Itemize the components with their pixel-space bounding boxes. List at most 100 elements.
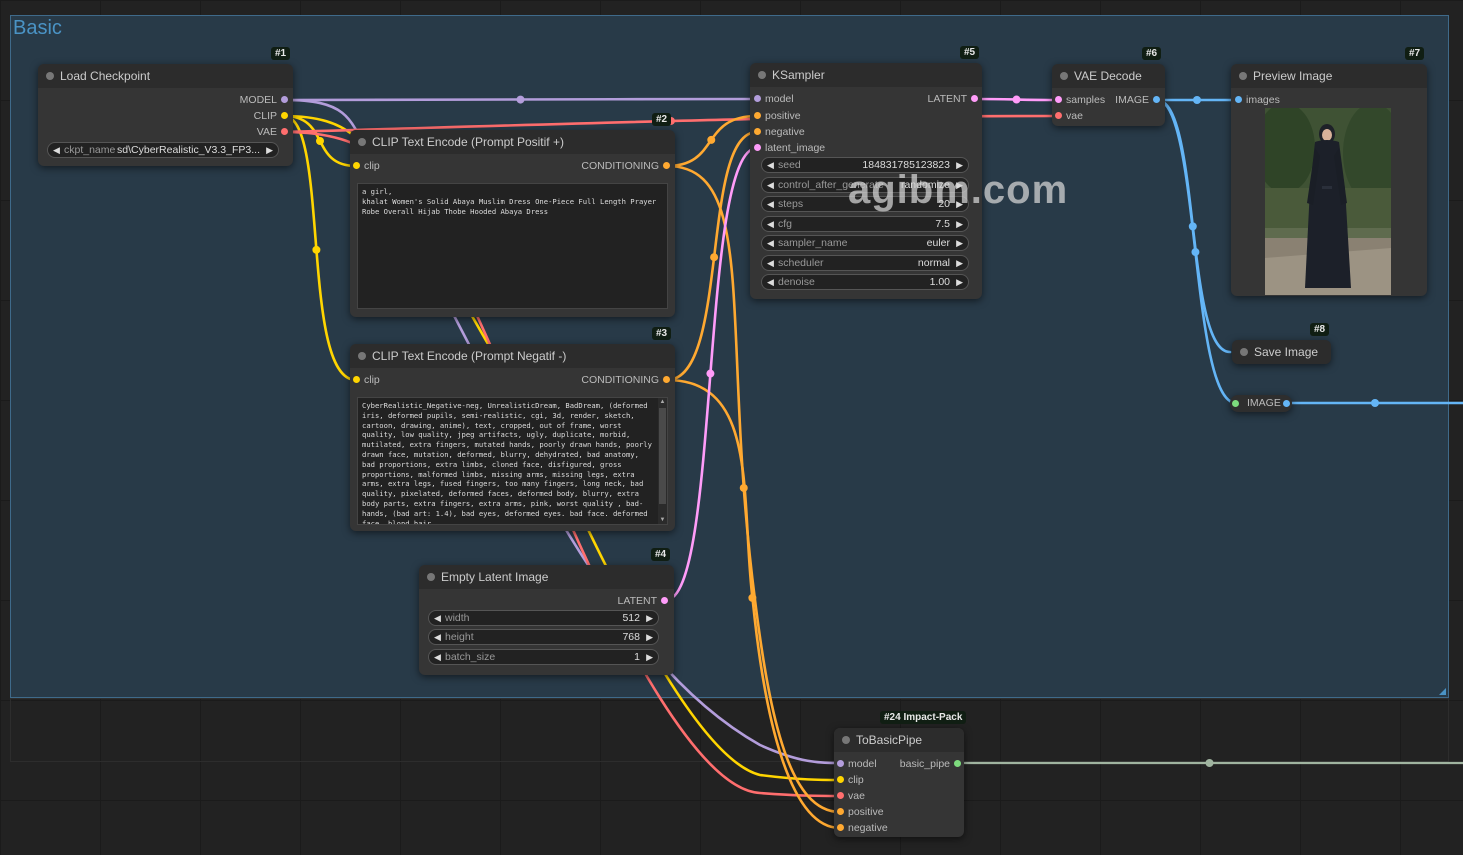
increment-arrow[interactable]: ▶ (646, 611, 653, 625)
node-to-basic-pipe[interactable]: ToBasicPipe model clip vae positive nega… (834, 728, 964, 837)
link-midpoint-dot[interactable] (1188, 222, 1197, 231)
slot-dot[interactable] (837, 824, 844, 831)
widget-width[interactable]: ◀ width 512 ▶ (428, 610, 659, 626)
node-header[interactable]: CLIP Text Encode (Prompt Positif +) (350, 130, 675, 154)
node-header[interactable]: CLIP Text Encode (Prompt Negatif -) (350, 344, 675, 368)
collapse-dot[interactable] (46, 72, 54, 80)
decrement-arrow[interactable]: ◀ (767, 178, 774, 192)
input-slot-model[interactable]: model (754, 92, 844, 106)
decrement-arrow[interactable]: ◀ (434, 630, 441, 644)
widget-batch-size[interactable]: ◀ batch_size 1 ▶ (428, 649, 659, 665)
slot-dot[interactable] (837, 776, 844, 783)
slot-dot[interactable] (281, 112, 288, 119)
increment-arrow[interactable]: ▶ (266, 143, 273, 157)
collapse-dot[interactable] (1060, 72, 1068, 80)
slot-dot[interactable] (754, 144, 761, 151)
link-midpoint-dot[interactable] (710, 253, 719, 262)
decrement-arrow[interactable]: ◀ (767, 236, 774, 250)
decrement-arrow[interactable]: ◀ (767, 217, 774, 231)
decrement-arrow[interactable]: ◀ (767, 158, 774, 172)
node-save-image-collapsed[interactable]: Save Image (1232, 340, 1331, 364)
widget-ckpt-name[interactable]: ◀ ckpt_name sd\CyberRealistic_V3.3_FP3... ▶ (47, 142, 279, 158)
link-midpoint-dot[interactable] (706, 369, 715, 378)
input-slot-positive[interactable]: positive (837, 805, 897, 819)
reroute-output-dot[interactable] (1283, 400, 1290, 407)
input-slot-negative[interactable]: negative (837, 821, 897, 835)
collapse-dot[interactable] (1240, 348, 1248, 356)
node-header[interactable]: Load Checkpoint (38, 64, 293, 88)
link-midpoint-dot[interactable] (1191, 248, 1200, 257)
increment-arrow[interactable]: ▶ (646, 650, 653, 664)
link-midpoint-dot[interactable] (1012, 95, 1021, 104)
decrement-arrow[interactable]: ◀ (53, 143, 60, 157)
slot-dot[interactable] (281, 128, 288, 135)
input-slot-positive[interactable]: positive (754, 109, 844, 123)
node-load-checkpoint[interactable]: Load Checkpoint MODEL CLIP VAE ◀ ckpt_nam… (38, 64, 293, 166)
textarea-scrollbar[interactable]: ▲ ▼ (658, 398, 667, 524)
prompt-text-negative[interactable]: CyberRealistic_Negative-neg, Unrealistic… (357, 397, 668, 525)
output-slot-model[interactable]: MODEL (218, 93, 288, 107)
link-midpoint-dot[interactable] (1371, 399, 1379, 407)
widget-sampler-name[interactable]: ◀ sampler_name euler ▶ (761, 235, 969, 251)
slot-dot[interactable] (754, 112, 761, 119)
link-midpoint-dot[interactable] (316, 137, 324, 146)
input-slot-samples[interactable]: samples (1055, 93, 1115, 107)
increment-arrow[interactable]: ▶ (956, 236, 963, 250)
node-clip-text-encode-positive[interactable]: CLIP Text Encode (Prompt Positif +) clip… (350, 130, 675, 317)
collapse-dot[interactable] (758, 71, 766, 79)
decrement-arrow[interactable]: ◀ (767, 256, 774, 270)
input-slot-negative[interactable]: negative (754, 125, 844, 139)
node-empty-latent-image[interactable]: Empty Latent Image LATENT ◀ width 512 ▶ ◀ he… (419, 565, 674, 675)
output-slot-latent[interactable]: LATENT (578, 594, 668, 608)
reroute-image[interactable]: IMAGE (1230, 395, 1292, 412)
link-midpoint-dot[interactable] (748, 593, 757, 602)
collapse-dot[interactable] (358, 138, 366, 146)
collapse-dot[interactable] (1239, 72, 1247, 80)
collapse-dot[interactable] (358, 352, 366, 360)
increment-arrow[interactable]: ▶ (956, 275, 963, 289)
slot-dot[interactable] (837, 760, 844, 767)
input-slot-clip[interactable]: clip (837, 773, 897, 787)
link-midpoint-dot[interactable] (707, 135, 716, 144)
output-slot-vae[interactable]: VAE (218, 125, 288, 139)
slot-dot[interactable] (754, 95, 761, 102)
decrement-arrow[interactable]: ◀ (767, 275, 774, 289)
scroll-up-icon[interactable]: ▲ (658, 398, 667, 406)
slot-dot[interactable] (663, 376, 670, 383)
collapse-dot[interactable] (842, 736, 850, 744)
node-vae-decode[interactable]: VAE Decode samples vae IMAGE (1052, 64, 1165, 126)
node-header[interactable]: Save Image (1232, 340, 1331, 364)
node-header[interactable]: KSampler (750, 63, 982, 87)
node-header[interactable]: ToBasicPipe (834, 728, 964, 752)
collapse-dot[interactable] (427, 573, 435, 581)
output-slot-clip[interactable]: CLIP (218, 109, 288, 123)
slot-dot[interactable] (353, 376, 360, 383)
input-slot-vae[interactable]: vae (837, 789, 897, 803)
link-midpoint-dot[interactable] (739, 483, 748, 492)
link-midpoint-dot[interactable] (516, 95, 525, 104)
slot-dot[interactable] (837, 808, 844, 815)
slot-dot[interactable] (1055, 96, 1062, 103)
increment-arrow[interactable]: ▶ (956, 217, 963, 231)
output-slot-latent[interactable]: LATENT (908, 92, 978, 106)
input-slot-clip[interactable]: clip (353, 159, 433, 173)
slot-dot[interactable] (971, 95, 978, 102)
decrement-arrow[interactable]: ◀ (434, 611, 441, 625)
slot-dot[interactable] (754, 128, 761, 135)
scroll-down-icon[interactable]: ▼ (658, 516, 667, 524)
widget-height[interactable]: ◀ height 768 ▶ (428, 629, 659, 645)
slot-dot[interactable] (954, 760, 961, 767)
output-slot-basic-pipe[interactable]: basic_pipe (891, 757, 961, 771)
slot-dot[interactable] (661, 597, 668, 604)
increment-arrow[interactable]: ▶ (646, 630, 653, 644)
node-clip-text-encode-negative[interactable]: CLIP Text Encode (Prompt Negatif -) clip… (350, 344, 675, 531)
increment-arrow[interactable]: ▶ (956, 256, 963, 270)
slot-dot[interactable] (837, 792, 844, 799)
slot-dot[interactable] (1055, 112, 1062, 119)
widget-scheduler[interactable]: ◀ scheduler normal ▶ (761, 255, 969, 271)
prompt-text-positive[interactable]: a girl, khalat Women's Solid Abaya Musli… (357, 183, 668, 309)
input-slot-latent-image[interactable]: latent_image (754, 141, 854, 155)
slot-dot[interactable] (353, 162, 360, 169)
input-slot-vae[interactable]: vae (1055, 109, 1115, 123)
generated-image-preview[interactable] (1265, 108, 1391, 295)
